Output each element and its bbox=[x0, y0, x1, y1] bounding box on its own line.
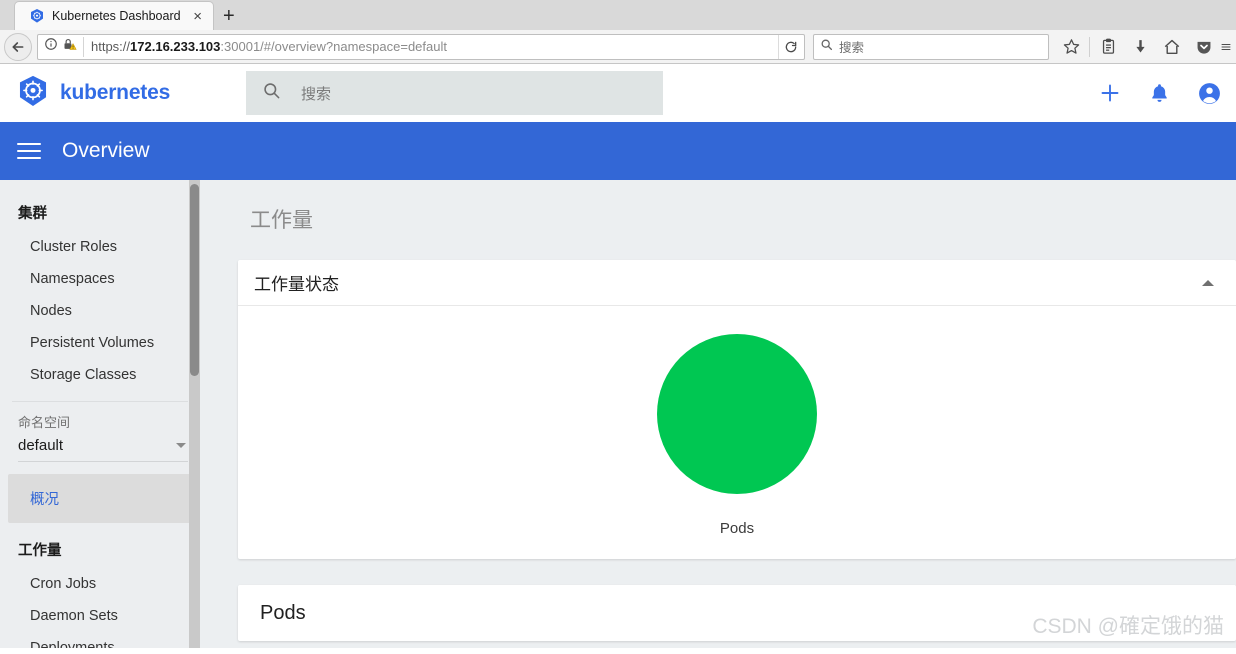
url-host: 172.16.233.103 bbox=[130, 39, 221, 54]
back-arrow-icon[interactable] bbox=[4, 32, 32, 61]
info-icon bbox=[44, 37, 58, 56]
account-icon[interactable] bbox=[1197, 81, 1222, 106]
search-icon bbox=[262, 81, 281, 105]
chevron-up-icon[interactable] bbox=[1202, 279, 1214, 286]
workloads-heading: 工作量 bbox=[250, 209, 313, 232]
kubernetes-favicon-icon bbox=[29, 8, 45, 24]
sidebar-section-workloads: 工作量 bbox=[18, 543, 62, 559]
close-icon[interactable]: × bbox=[190, 9, 205, 24]
insecure-lock-icon bbox=[62, 37, 77, 57]
pocket-icon[interactable] bbox=[1188, 33, 1220, 61]
sidebar-divider bbox=[12, 401, 188, 402]
sidebar-item-persistent-volumes[interactable]: Persistent Volumes bbox=[0, 327, 200, 359]
workload-status-card: 工作量状态 Pods bbox=[238, 260, 1236, 559]
pods-donut-label: Pods bbox=[719, 520, 755, 537]
namespace-select[interactable]: default bbox=[18, 437, 188, 462]
namespace-label: 命名空间 bbox=[18, 415, 71, 430]
page-toolbar: Overview bbox=[0, 122, 1236, 180]
download-icon[interactable] bbox=[1124, 33, 1156, 61]
sidebar-item-nodes[interactable]: Nodes bbox=[0, 295, 200, 327]
browser-toolbar-icons bbox=[1055, 33, 1232, 61]
pods-card-header: Pods bbox=[238, 585, 1236, 641]
url-scheme: https:// bbox=[91, 39, 131, 54]
dashboard-search-placeholder: 搜索 bbox=[301, 85, 332, 103]
create-icon[interactable] bbox=[1098, 81, 1122, 105]
new-tab-button[interactable]: + bbox=[214, 6, 244, 26]
url-path: :30001/#/overview?namespace=default bbox=[220, 39, 447, 54]
sidebar-scrollbar-thumb[interactable] bbox=[190, 184, 199, 376]
pods-status-chart: Pods bbox=[657, 334, 817, 537]
app-menu-icon[interactable] bbox=[1220, 33, 1232, 61]
page-title: Overview bbox=[62, 139, 150, 162]
pods-card-title: Pods bbox=[260, 601, 306, 624]
dashboard-search-input[interactable]: 搜索 bbox=[246, 71, 663, 115]
url-text: https://172.16.233.103:30001/#/overview?… bbox=[91, 39, 778, 54]
library-icon[interactable] bbox=[1092, 33, 1124, 61]
sidebar-item-daemon-sets[interactable]: Daemon Sets bbox=[0, 600, 200, 632]
chevron-down-icon bbox=[176, 443, 186, 448]
browser-tab-bar: Kubernetes Dashboard × + bbox=[0, 0, 1236, 30]
sidebar-item-deployments[interactable]: Deployments bbox=[0, 632, 200, 648]
header-actions bbox=[1098, 81, 1222, 106]
reload-icon[interactable] bbox=[778, 34, 802, 59]
sidebar-scrollbar[interactable] bbox=[189, 180, 200, 648]
workload-status-card-body: Pods bbox=[238, 306, 1236, 559]
browser-search-bar[interactable]: 搜索 bbox=[813, 33, 1049, 60]
browser-tab-title: Kubernetes Dashboard bbox=[52, 9, 181, 23]
pods-card: Pods bbox=[238, 585, 1236, 641]
app-body: 集群 Cluster Roles Namespaces Nodes Persis… bbox=[0, 180, 1236, 648]
toolbar-divider bbox=[1089, 36, 1090, 57]
dashboard-header: kubernetes 搜索 bbox=[0, 64, 1236, 122]
url-bar[interactable]: https://172.16.233.103:30001/#/overview?… bbox=[37, 33, 805, 60]
kubernetes-helm-icon bbox=[16, 74, 50, 113]
kubernetes-logo[interactable]: kubernetes bbox=[16, 74, 246, 113]
namespace-selected-value: default bbox=[18, 437, 64, 454]
bookmark-star-icon[interactable] bbox=[1055, 33, 1087, 61]
workload-status-card-title: 工作量状态 bbox=[254, 275, 339, 294]
sidebar-item-cron-jobs[interactable]: Cron Jobs bbox=[0, 568, 200, 600]
hamburger-menu-icon[interactable] bbox=[16, 140, 42, 162]
card-gap bbox=[238, 559, 1236, 585]
main-content: 工作量 工作量状态 Pods Pods CSDN @確定饿的猫 bbox=[200, 180, 1236, 648]
browser-tab[interactable]: Kubernetes Dashboard × bbox=[14, 1, 214, 30]
sidebar-nav: 集群 Cluster Roles Namespaces Nodes Persis… bbox=[0, 180, 200, 648]
site-identity-box[interactable] bbox=[44, 36, 84, 57]
workload-status-card-header[interactable]: 工作量状态 bbox=[238, 260, 1236, 306]
search-icon bbox=[820, 38, 833, 56]
sidebar-item-overview[interactable]: 概况 bbox=[8, 474, 192, 523]
home-icon[interactable] bbox=[1156, 33, 1188, 61]
sidebar-item-namespaces[interactable]: Namespaces bbox=[0, 263, 200, 295]
sidebar-section-cluster: 集群 bbox=[18, 206, 47, 222]
notifications-icon[interactable] bbox=[1148, 82, 1171, 105]
browser-search-placeholder: 搜索 bbox=[839, 41, 865, 55]
pods-donut-chart bbox=[657, 334, 817, 494]
sidebar-item-storage-classes[interactable]: Storage Classes bbox=[0, 359, 200, 391]
browser-nav-bar: https://172.16.233.103:30001/#/overview?… bbox=[0, 30, 1236, 64]
sidebar-item-cluster-roles[interactable]: Cluster Roles bbox=[0, 231, 200, 263]
kubernetes-logo-text: kubernetes bbox=[60, 81, 171, 104]
